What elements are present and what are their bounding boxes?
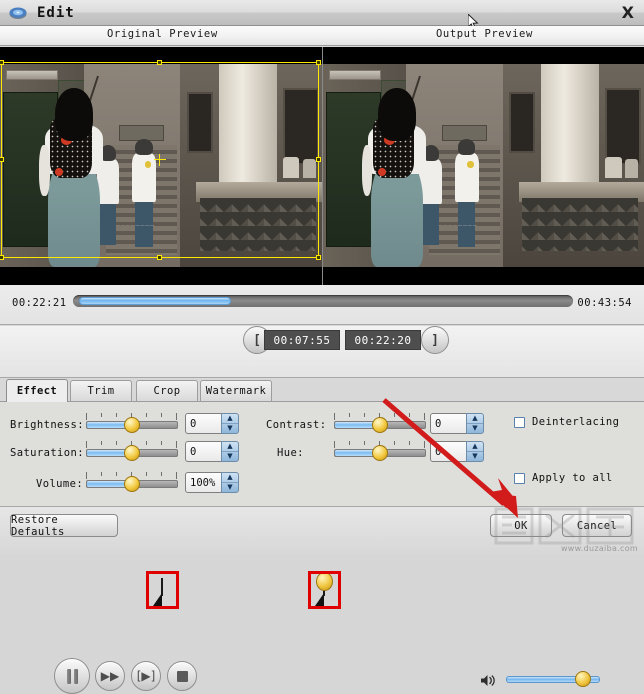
- stepper-down-icon[interactable]: ▼: [222, 483, 238, 492]
- saturation-slider[interactable]: [86, 441, 178, 461]
- tab-bar: Effect Trim Crop Watermark: [0, 379, 644, 402]
- stepper-down-icon[interactable]: ▼: [467, 424, 483, 433]
- slider-knob[interactable]: [372, 445, 388, 461]
- saturation-stepper[interactable]: ▲ ▼: [221, 441, 239, 462]
- contrast-label: Contrast:: [266, 419, 327, 431]
- saturation-value[interactable]: 0: [185, 441, 223, 462]
- contrast-spinner[interactable]: 0 ▲ ▼: [430, 413, 484, 434]
- video-subtitle: ————————: [115, 224, 155, 230]
- saturation-label: Saturation:: [10, 447, 84, 459]
- contrast-slider[interactable]: [334, 413, 426, 433]
- preview-area: ———————— ————————: [0, 47, 644, 285]
- apply-to-all-checkbox[interactable]: [514, 472, 525, 484]
- preview-header-bar: Original Preview Output Preview: [0, 26, 644, 46]
- deinterlacing-checkbox[interactable]: [514, 416, 525, 428]
- stepper-up-icon[interactable]: ▲: [222, 473, 238, 483]
- output-preview-label: Output Preview: [436, 28, 533, 40]
- stepper-down-icon[interactable]: ▼: [467, 452, 483, 461]
- trim-start-time-field[interactable]: 00:07:55: [264, 330, 340, 350]
- saturation-spinner[interactable]: 0 ▲ ▼: [185, 441, 239, 462]
- output-video-frame: ————————: [323, 64, 644, 267]
- hue-label: Hue:: [277, 447, 304, 459]
- effect-panel: Brightness: 0 ▲ ▼ Saturation: 0 ▲ ▼ Volu…: [0, 401, 644, 506]
- video-subtitle: ————————: [438, 224, 478, 230]
- volume-label: Volume:: [36, 478, 84, 490]
- hue-stepper[interactable]: ▲ ▼: [466, 441, 484, 462]
- brightness-spinner[interactable]: 0 ▲ ▼: [185, 413, 239, 434]
- timeline-selected-range[interactable]: [79, 297, 231, 305]
- hue-value[interactable]: 0: [430, 441, 468, 462]
- letterbox-top: [323, 47, 644, 64]
- letterbox-top: [0, 47, 322, 64]
- cancel-button[interactable]: Cancel: [562, 514, 632, 537]
- volume-slider-knob[interactable]: [575, 671, 591, 687]
- timeline-end-time: 00:43:54: [577, 297, 632, 309]
- window-title: Edit: [37, 4, 75, 21]
- original-preview-label: Original Preview: [107, 28, 218, 40]
- slider-knob[interactable]: [124, 476, 140, 492]
- tab-trim[interactable]: Trim: [70, 380, 132, 401]
- timeline-bar: 00:22:21 00:43:54: [0, 285, 644, 609]
- mark-out-icon: ]: [431, 332, 439, 348]
- stepper-down-icon[interactable]: ▼: [222, 452, 238, 461]
- set-mark-out-button[interactable]: ]: [421, 326, 449, 354]
- stepper-up-icon[interactable]: ▲: [222, 414, 238, 424]
- ok-button[interactable]: OK: [490, 514, 552, 537]
- slider-knob[interactable]: [372, 417, 388, 433]
- timeline-start-time: 00:22:21: [12, 297, 67, 309]
- pause-button[interactable]: [54, 658, 90, 694]
- close-icon[interactable]: X: [622, 3, 634, 23]
- original-preview-panel[interactable]: ————————: [0, 47, 322, 285]
- slider-knob[interactable]: [124, 417, 140, 433]
- pause-icon: [66, 668, 79, 684]
- trim-end-time-field[interactable]: 00:22:20: [345, 330, 421, 350]
- transport-controls: ▶▶ [▶] [ 00:07:55 00:22:20 ]: [0, 326, 644, 694]
- brightness-slider[interactable]: [86, 413, 178, 433]
- brightness-stepper[interactable]: ▲ ▼: [221, 413, 239, 434]
- restore-defaults-button[interactable]: Restore Defaults: [10, 514, 118, 538]
- next-frame-button[interactable]: [▶]: [131, 661, 161, 691]
- contrast-value[interactable]: 0: [430, 413, 468, 434]
- edit-dialog: Edit X Original Preview Output Preview —…: [0, 0, 644, 694]
- brightness-value[interactable]: 0: [185, 413, 223, 434]
- volume-value[interactable]: 100%: [185, 472, 223, 493]
- tab-effect[interactable]: Effect: [6, 379, 68, 402]
- letterbox-bottom: [323, 267, 644, 285]
- fast-forward-icon: ▶▶: [100, 669, 120, 683]
- watermark-url: www.duzaiba.com: [560, 544, 638, 553]
- title-bar: Edit X: [0, 0, 644, 30]
- volume-stepper[interactable]: ▲ ▼: [221, 472, 239, 493]
- fast-forward-button[interactable]: ▶▶: [95, 661, 125, 691]
- original-video-frame: ————————: [0, 64, 322, 267]
- next-frame-icon: [▶]: [136, 669, 156, 683]
- contrast-stepper[interactable]: ▲ ▼: [466, 413, 484, 434]
- deinterlacing-label: Deinterlacing: [532, 416, 620, 428]
- brightness-label: Brightness:: [10, 419, 84, 431]
- tab-crop[interactable]: Crop: [136, 380, 198, 401]
- stepper-up-icon[interactable]: ▲: [467, 442, 483, 452]
- stepper-up-icon[interactable]: ▲: [222, 442, 238, 452]
- speaker-icon[interactable]: [481, 672, 497, 686]
- annotation-box-trim-start: [146, 571, 179, 609]
- stop-icon: [176, 670, 188, 682]
- stepper-down-icon[interactable]: ▼: [222, 424, 238, 433]
- tab-watermark[interactable]: Watermark: [200, 380, 272, 401]
- volume-spinner[interactable]: 100% ▲ ▼: [185, 472, 239, 493]
- hue-slider[interactable]: [334, 441, 426, 461]
- disc-icon: [8, 5, 28, 21]
- stepper-up-icon[interactable]: ▲: [467, 414, 483, 424]
- stop-button[interactable]: [167, 661, 197, 691]
- deinterlacing-checkbox-row[interactable]: Deinterlacing: [514, 416, 619, 428]
- output-preview-panel[interactable]: ————————: [323, 47, 644, 285]
- letterbox-bottom: [0, 267, 322, 285]
- apply-to-all-label: Apply to all: [532, 472, 613, 484]
- volume-effect-slider[interactable]: [86, 472, 178, 492]
- annotation-box-trim-end: [308, 571, 341, 609]
- mark-in-icon: [: [253, 332, 261, 348]
- hue-spinner[interactable]: 0 ▲ ▼: [430, 441, 484, 462]
- apply-to-all-checkbox-row[interactable]: Apply to all: [514, 472, 613, 484]
- slider-knob[interactable]: [124, 445, 140, 461]
